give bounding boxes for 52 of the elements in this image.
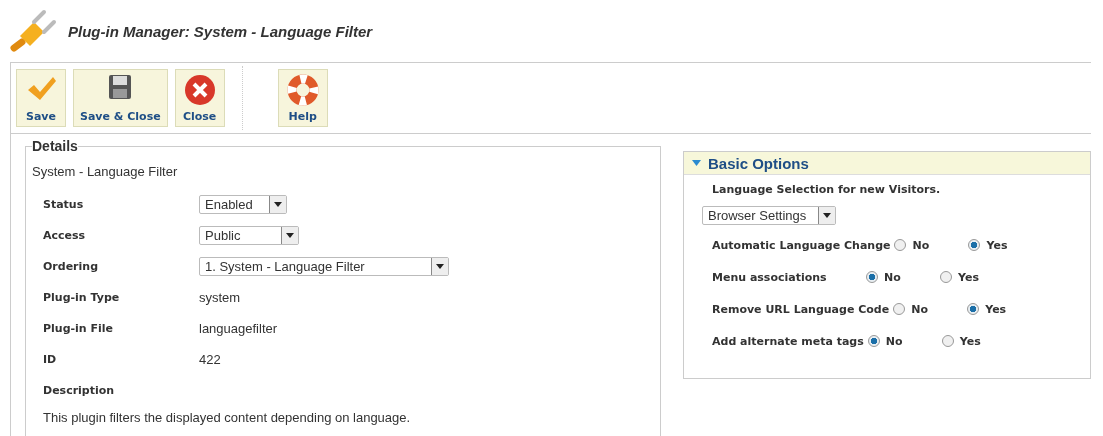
caret-icon bbox=[286, 233, 294, 238]
close-icon bbox=[183, 74, 216, 106]
radio-label: Yes bbox=[986, 238, 1008, 252]
radio-label: Yes bbox=[958, 270, 979, 284]
panel-legend: Details bbox=[32, 138, 78, 154]
field-label: Plug-in File bbox=[43, 322, 115, 335]
select-field[interactable]: Browser Settings bbox=[702, 206, 836, 225]
radio-button[interactable] bbox=[894, 239, 907, 251]
select-field[interactable]: 1. System - Language Filter bbox=[199, 257, 449, 276]
radio-button[interactable] bbox=[893, 303, 906, 315]
description-text: This plugin filters the displayed content depending on language. bbox=[43, 410, 412, 425]
toolbar-button[interactable]: Save & Close bbox=[73, 69, 168, 127]
select-field[interactable]: Public bbox=[199, 226, 299, 245]
option-label: Automatic Language Change bbox=[712, 238, 891, 252]
radio-button[interactable] bbox=[940, 271, 952, 283]
life-ring-icon bbox=[286, 74, 319, 106]
field-label: Access bbox=[43, 229, 87, 242]
radio-label: No bbox=[885, 334, 903, 348]
radio-button[interactable] bbox=[866, 271, 878, 283]
toolbar-button[interactable]: Save bbox=[16, 69, 66, 127]
option-label: Add alternate meta tags bbox=[712, 334, 864, 348]
radio-button[interactable] bbox=[968, 239, 981, 251]
toolbar-button[interactable]: Help bbox=[277, 69, 328, 127]
caret-icon bbox=[692, 160, 701, 166]
caret-icon bbox=[436, 264, 444, 269]
field-label: ID bbox=[43, 353, 58, 366]
caret-icon bbox=[823, 213, 831, 218]
panel-header[interactable]: Basic Options bbox=[684, 152, 1090, 175]
plugin-name: System - Language Filter bbox=[32, 164, 179, 179]
page-title: Plug-in Manager: System - Language Filter bbox=[68, 22, 373, 40]
select-field[interactable]: Enabled bbox=[199, 195, 287, 214]
option-label: Remove URL Language Code bbox=[712, 302, 890, 316]
caret-icon bbox=[274, 202, 282, 207]
option-label: Language Selection for new Visitors. bbox=[712, 183, 942, 196]
radio-button[interactable] bbox=[967, 303, 980, 315]
panel-title: Basic Options bbox=[708, 154, 809, 172]
radio-button[interactable] bbox=[941, 335, 954, 347]
radio-label: Yes bbox=[959, 334, 981, 348]
field-value: languagefilter bbox=[199, 321, 279, 336]
field-value: system bbox=[199, 290, 242, 305]
field-label: Ordering bbox=[43, 260, 99, 273]
radio-button[interactable] bbox=[867, 335, 880, 347]
toolbar-button[interactable]: Close bbox=[174, 69, 225, 127]
radio-label: Yes bbox=[985, 302, 1007, 316]
option-label: Menu associations bbox=[712, 270, 828, 284]
radio-label: No bbox=[912, 238, 930, 252]
field-label: Plug-in Type bbox=[43, 291, 121, 304]
field-value: 422 bbox=[199, 352, 222, 367]
radio-label: No bbox=[911, 302, 928, 316]
field-label: Status bbox=[43, 198, 85, 211]
radio-label: No bbox=[884, 270, 901, 284]
field-label: Description bbox=[43, 384, 116, 397]
